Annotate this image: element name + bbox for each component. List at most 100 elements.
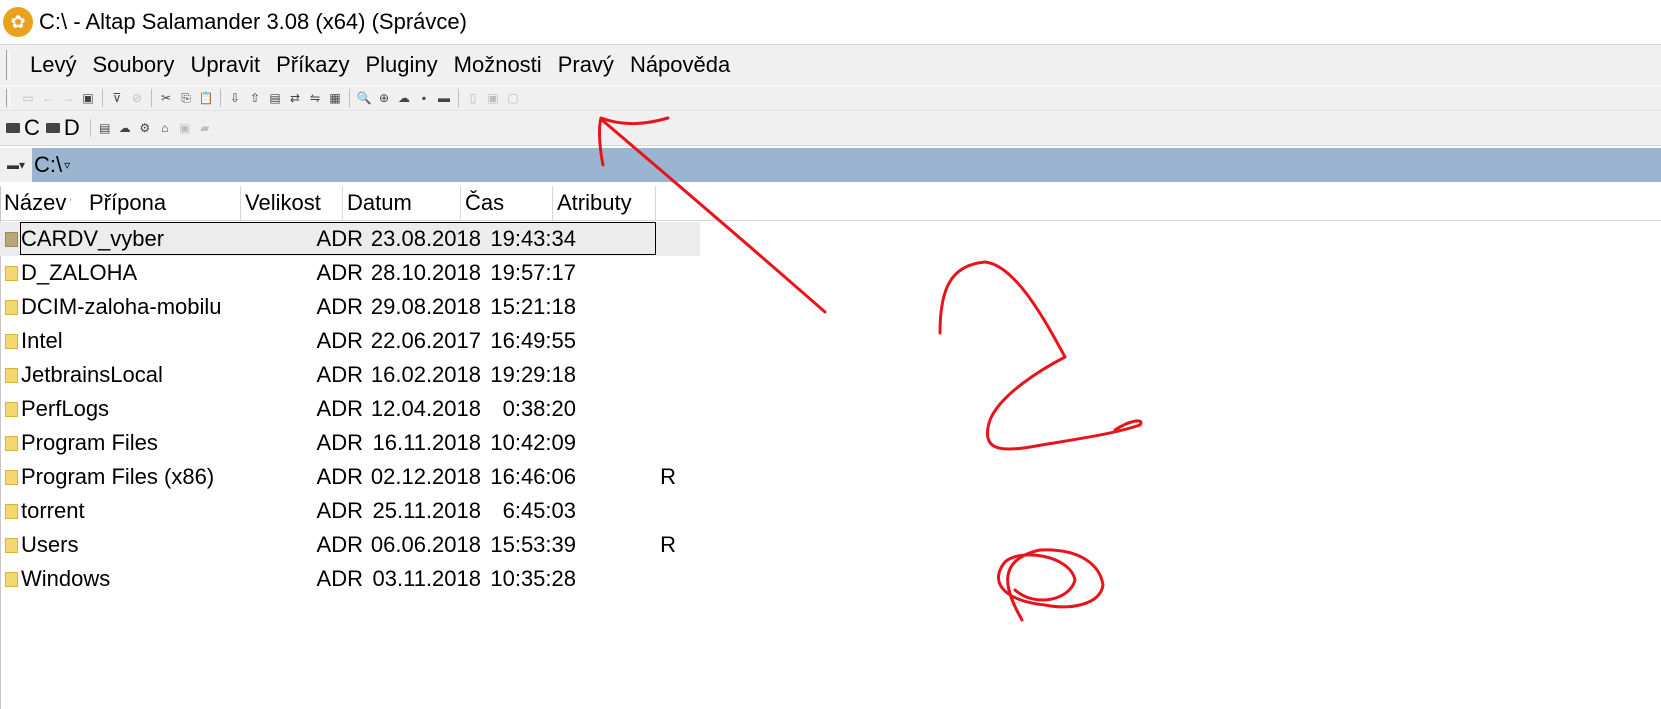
col-date-label: Datum	[347, 190, 412, 215]
file-time: 10:42:09	[490, 430, 576, 455]
col-time[interactable]: Čas	[461, 186, 553, 220]
file-name: D_ZALOHA	[21, 260, 138, 285]
sort-arrow-icon: ʼ	[69, 197, 72, 209]
col-size[interactable]: Velikost	[241, 186, 343, 220]
menu-pravy[interactable]: Pravý	[550, 52, 622, 78]
folder-icon	[5, 265, 18, 281]
file-row[interactable]: Program Files (x86) ADR 02.12.2018 16:46:06…	[0, 460, 700, 494]
folder-icon	[5, 435, 18, 451]
compare-icon[interactable]: ⇄	[287, 90, 303, 106]
file-row[interactable]: DCIM-zaloha-mobilu ADR 29.08.2018 15:21:18	[0, 290, 700, 324]
cut-icon[interactable]: ✂	[158, 90, 174, 106]
current-path[interactable]: C:\	[34, 152, 62, 178]
find-dup-icon[interactable]: ⊕	[376, 90, 392, 106]
file-size: ADR	[316, 566, 363, 591]
title-bar: ✿ C:\ - Altap Salamander 3.08 (x64) (Spr…	[0, 0, 1661, 45]
file-attr: R	[660, 464, 676, 489]
file-row[interactable]: CARDV_vyber ADR 23.08.2018 19:43:34	[0, 222, 700, 256]
folder-icon	[5, 333, 18, 349]
hotpaths-icon[interactable]: ▣	[80, 90, 96, 106]
menu-pluginy[interactable]: Pluginy	[357, 52, 445, 78]
file-date: 02.12.2018	[370, 464, 481, 489]
toolbar-separator	[151, 89, 152, 107]
network-drive-icon[interactable]: ⌂	[157, 120, 173, 136]
file-date: 12.04.2018	[370, 396, 481, 421]
view-mode-icon[interactable]: ▬	[436, 90, 452, 106]
drive-d-button[interactable]: D	[45, 115, 80, 141]
toolbar-separator	[220, 89, 221, 107]
detail-icon[interactable]: ▢	[505, 90, 521, 106]
menu-grip	[6, 50, 10, 80]
file-row[interactable]: Users ADR 06.06.2018 15:53:39 R	[0, 528, 700, 562]
copy-icon[interactable]: ⎘	[178, 90, 194, 106]
file-name: Windows	[21, 566, 111, 591]
col-date[interactable]: Datum	[343, 186, 461, 220]
col-attr[interactable]: Atributy	[553, 186, 656, 220]
filter-select-icon[interactable]: ⊽	[109, 90, 125, 106]
col-ext[interactable]: Přípona	[85, 186, 241, 220]
plugin-icon[interactable]: ⚙	[137, 120, 153, 136]
menu-soubory[interactable]: Soubory	[84, 52, 182, 78]
parent-dir-icon[interactable]: ▭	[20, 90, 36, 106]
menu-prikazy[interactable]: Příkazy	[268, 52, 357, 78]
find-icon[interactable]: 🔍	[356, 90, 372, 106]
file-time: 19:29:18	[490, 362, 576, 387]
archive-icon[interactable]: ▰	[197, 120, 213, 136]
file-name: Program Files (x86)	[21, 464, 215, 489]
menu-napoveda[interactable]: Nápověda	[622, 52, 738, 78]
command-prompt-icon[interactable]: ▪	[416, 90, 432, 106]
file-name: JetbrainsLocal	[21, 362, 163, 387]
sync-icon[interactable]: ⇋	[307, 90, 323, 106]
file-name: Intel	[21, 328, 63, 353]
drive-c-label: C	[24, 115, 40, 140]
file-date: 29.08.2018	[370, 294, 481, 319]
pack-icon[interactable]: ⇩	[227, 90, 243, 106]
col-name-label: Název	[4, 190, 67, 215]
thumbnails-icon[interactable]: ▣	[485, 90, 501, 106]
file-size: ADR	[316, 532, 363, 557]
folder-icon	[5, 231, 18, 247]
window-title: C:\ - Altap Salamander 3.08 (x64) (Správ…	[39, 9, 467, 34]
folder-icon	[5, 537, 18, 553]
file-row[interactable]: PerfLogs ADR 12.04.2018 0:38:20	[0, 392, 700, 426]
file-row[interactable]: D_ZALOHA ADR 28.10.2018 19:57:17	[0, 256, 700, 290]
unselect-icon[interactable]: ⊘	[129, 90, 145, 106]
folder-icon	[5, 571, 18, 587]
back-icon[interactable]: ←	[40, 90, 56, 106]
properties-icon[interactable]: ▤	[267, 90, 283, 106]
panel-icon[interactable]: ▯	[465, 90, 481, 106]
toolbar-grip	[6, 89, 10, 107]
unpack-icon[interactable]: ⇧	[247, 90, 263, 106]
file-row[interactable]: torrent ADR 25.11.2018 6:45:03	[0, 494, 700, 528]
network-icon[interactable]: ☁	[396, 90, 412, 106]
file-row[interactable]: Program Files ADR 16.11.2018 10:42:09	[0, 426, 700, 460]
cloud-icon[interactable]: ☁	[117, 120, 133, 136]
file-row[interactable]: JetbrainsLocal ADR 16.02.2018 19:29:18	[0, 358, 700, 392]
salamander-icon: ✿	[3, 7, 33, 37]
document-icon[interactable]: ▤	[97, 120, 113, 136]
drive-dropdown-button[interactable]: ▬▾	[0, 148, 32, 182]
file-date: 16.02.2018	[370, 362, 481, 387]
file-time: 15:21:18	[490, 294, 576, 319]
file-row[interactable]: Intel ADR 22.06.2017 16:49:55	[0, 324, 700, 358]
drive-c-button[interactable]: C	[6, 115, 40, 141]
filter-icon[interactable]: ▿	[64, 158, 70, 172]
file-time: 16:49:55	[490, 328, 576, 353]
drive-bar: C D ▤ ☁ ⚙ ⌂ ▣ ▰	[0, 111, 1661, 146]
col-size-label: Velikost	[245, 190, 321, 215]
folder-icon	[5, 469, 18, 485]
file-size: ADR	[316, 260, 363, 285]
menu-moznosti[interactable]: Možnosti	[446, 52, 550, 78]
menu-upravit[interactable]: Upravit	[182, 52, 268, 78]
ftp-icon[interactable]: ▣	[177, 120, 193, 136]
col-name[interactable]: Název ʼ	[0, 186, 85, 220]
file-time: 16:46:06	[490, 464, 576, 489]
forward-icon[interactable]: →	[60, 90, 76, 106]
file-name: Users	[21, 532, 79, 557]
calc-size-icon[interactable]: ▦	[327, 90, 343, 106]
file-row[interactable]: Windows ADR 03.11.2018 10:35:28	[0, 562, 700, 596]
file-date: 28.10.2018	[370, 260, 481, 285]
paste-icon[interactable]: 📋	[198, 90, 214, 106]
menu-levy[interactable]: Levý	[22, 52, 84, 78]
file-size: ADR	[316, 396, 363, 421]
